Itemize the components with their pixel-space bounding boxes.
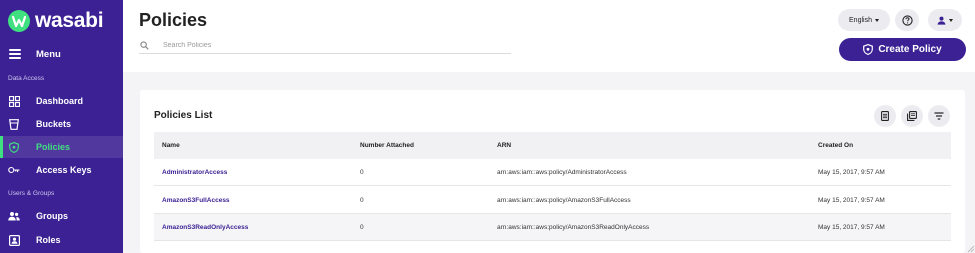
column-header-arn[interactable]: ARN — [497, 132, 511, 159]
sidebar-item-access-keys[interactable]: Access Keys — [0, 159, 123, 181]
column-header-number-attached[interactable]: Number Attached — [360, 132, 414, 159]
sidebar-item-policies[interactable]: Policies — [0, 136, 123, 158]
table-row[interactable]: AmazonS3FullAccess 0 arn:aws:iam::aws:po… — [154, 187, 951, 214]
number-attached: 0 — [360, 169, 364, 176]
sidebar-item-roles[interactable]: Roles — [0, 229, 123, 251]
help-button[interactable] — [895, 9, 919, 31]
bucket-icon — [8, 118, 20, 130]
column-header-created-on[interactable]: Created On — [818, 132, 853, 159]
table-row[interactable]: AdministratorAccess 0 arn:aws:iam::aws:p… — [154, 159, 951, 186]
sidebar-item-label: Buckets — [36, 119, 72, 129]
number-attached: 0 — [360, 197, 364, 204]
filter-icon — [934, 112, 944, 120]
policy-arn: arn:aws:iam::aws:policy/AmazonS3ReadOnly… — [497, 224, 650, 231]
copy-icon — [907, 111, 917, 121]
filter-button[interactable] — [928, 105, 950, 127]
created-on: May 15, 2017, 9:57 AM — [818, 197, 885, 204]
search-bar — [139, 38, 511, 54]
menu-toggle[interactable]: Menu — [0, 44, 123, 64]
csv-export-button[interactable] — [874, 105, 896, 127]
sidebar-item-label: Roles — [36, 235, 61, 245]
created-on: May 15, 2017, 9:57 AM — [818, 224, 885, 231]
sidebar-item-label: Dashboard — [36, 96, 84, 106]
page-title: Policies — [139, 10, 208, 30]
sidebar-item-groups[interactable]: Groups — [0, 205, 123, 227]
section-label-data-access: Data Access — [8, 75, 45, 82]
policy-arn: arn:aws:iam::aws:policy/AdministratorAcc… — [497, 169, 627, 176]
sidebar-item-label: Groups — [36, 211, 69, 221]
policy-name-link[interactable]: AdministratorAccess — [162, 159, 227, 186]
menu-label: Menu — [36, 48, 61, 60]
sidebar-item-dashboard[interactable]: Dashboard — [0, 90, 123, 112]
wasabi-logo[interactable]: wasabi — [7, 8, 104, 34]
sidebar-item-label: Access Keys — [36, 165, 92, 175]
caret-down-icon — [874, 18, 879, 22]
policy-name-link[interactable]: AmazonS3FullAccess — [162, 187, 230, 214]
language-dropdown[interactable]: English — [838, 9, 890, 31]
brand-name: wasabi — [35, 9, 104, 32]
sidebar: wasabi Menu Data Access Dashboard Bucket… — [0, 0, 123, 253]
policies-list-title: Policies List — [154, 110, 213, 121]
key-icon — [8, 164, 20, 176]
dashboard-icon — [8, 95, 20, 107]
search-icon — [140, 41, 149, 50]
document-icon — [881, 111, 889, 121]
table-row[interactable] — [154, 242, 951, 253]
hamburger-icon — [9, 47, 21, 61]
table-row[interactable]: AmazonS3ReadOnlyAccess 0 arn:aws:iam::aw… — [154, 214, 951, 241]
columns-button[interactable] — [901, 105, 923, 127]
search-input[interactable] — [163, 42, 463, 49]
column-header-name[interactable]: Name — [162, 132, 180, 159]
section-label-users-groups: Users & Groups — [8, 190, 55, 197]
table-header: Name Number Attached ARN Created On — [154, 132, 951, 159]
wasabi-logo-icon — [8, 10, 30, 32]
language-label: English — [849, 16, 872, 24]
resize-handle-icon[interactable] — [967, 232, 975, 253]
policy-name-link[interactable]: AmazonS3ReadOnlyAccess — [162, 214, 248, 241]
sidebar-item-buckets[interactable]: Buckets — [0, 113, 123, 135]
policies-card: Policies List Name Number Attached ARN C… — [140, 90, 965, 253]
sidebar-item-label: Policies — [36, 142, 71, 152]
created-on: May 15, 2017, 9:57 AM — [818, 169, 885, 176]
create-policy-label: Create Policy — [878, 44, 942, 55]
roles-icon — [8, 234, 20, 246]
user-menu-button[interactable] — [928, 9, 962, 31]
caret-down-icon — [949, 18, 953, 22]
policy-arn: arn:aws:iam::aws:policy/AmazonS3FullAcce… — [497, 197, 631, 204]
shield-icon — [8, 141, 20, 153]
create-policy-button[interactable]: Create Policy — [839, 38, 966, 61]
page-header: Policies English Create Policy — [123, 0, 975, 72]
number-attached: 0 — [360, 224, 364, 231]
user-icon — [937, 16, 946, 25]
groups-icon — [8, 210, 20, 222]
shield-icon — [863, 44, 874, 55]
help-icon — [901, 14, 913, 26]
